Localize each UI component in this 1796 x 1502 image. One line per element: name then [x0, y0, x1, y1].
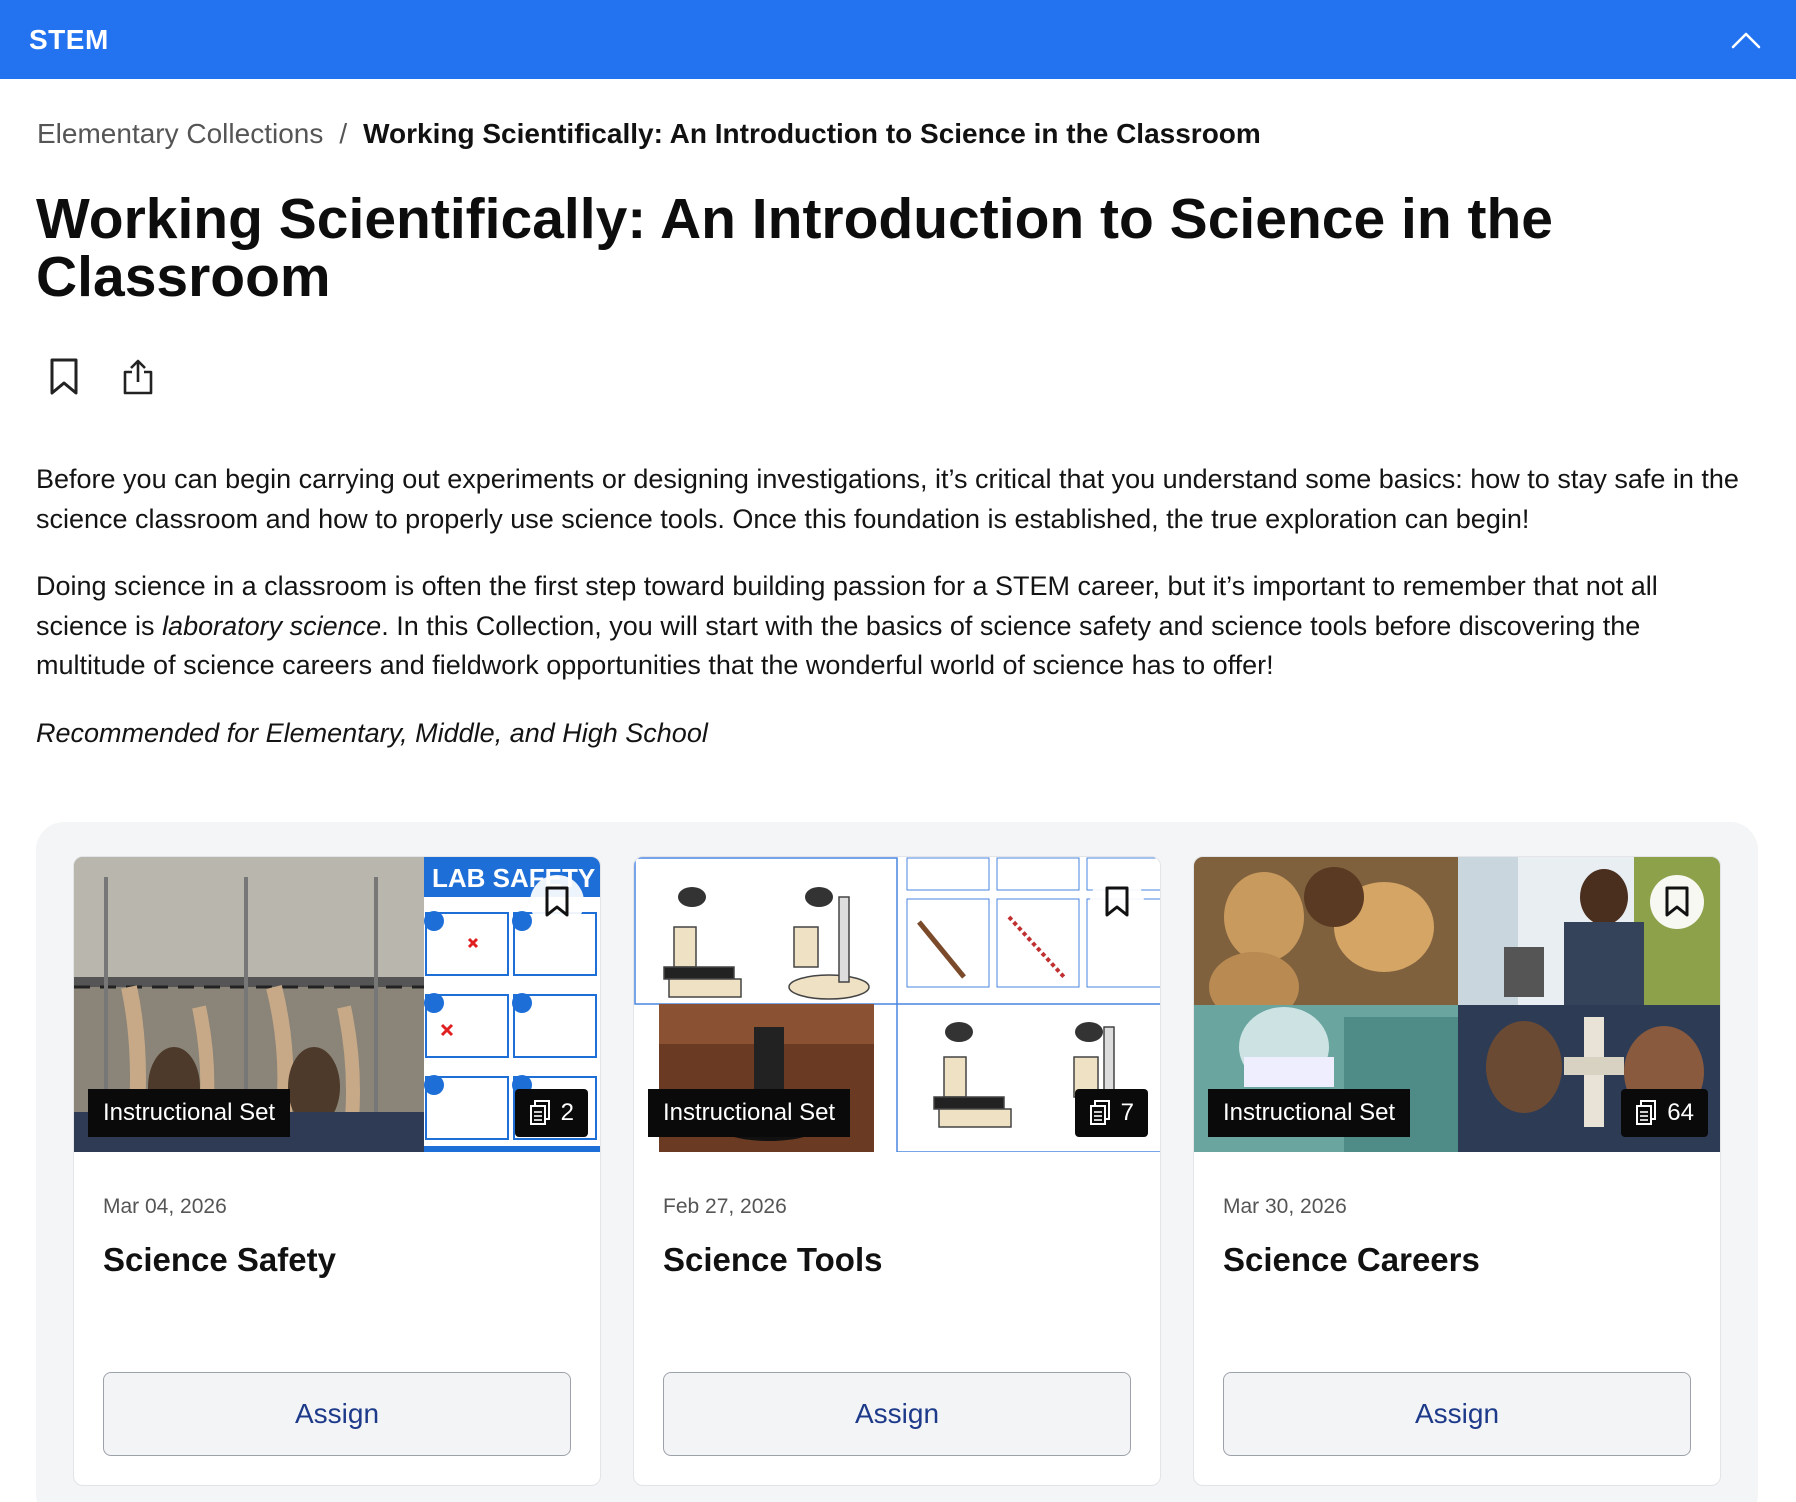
card-thumbnail: LAB SAFETY Instructional Set 2 — [74, 857, 600, 1152]
card-date: Mar 04, 2026 — [103, 1195, 227, 1218]
card-bookmark-button[interactable] — [1650, 875, 1704, 929]
breadcrumb-current: Working Scientifically: An Introduction … — [363, 118, 1261, 149]
resource-count-badge: 7 — [1074, 1089, 1148, 1137]
content-type-badge: Instructional Set — [1208, 1089, 1411, 1137]
assign-button[interactable]: Assign — [1223, 1372, 1691, 1456]
bookmark-icon — [1105, 886, 1129, 917]
recommended-grades: Recommended for Elementary, Middle, and … — [36, 717, 708, 748]
resource-count-badge: 2 — [514, 1089, 588, 1137]
share-button[interactable] — [120, 356, 156, 398]
resource-count: 2 — [560, 1099, 574, 1126]
assign-button[interactable]: Assign — [663, 1372, 1131, 1456]
card-date: Feb 27, 2026 — [663, 1195, 787, 1218]
resource-count: 7 — [1120, 1099, 1134, 1126]
card-thumbnail: Instructional Set 64 — [1194, 857, 1720, 1152]
collection-card[interactable]: Instructional Set 7 Feb 27, 2026 Science… — [633, 856, 1161, 1486]
page-actions — [46, 356, 156, 398]
bookmark-icon — [1665, 886, 1689, 917]
resource-count: 64 — [1667, 1099, 1694, 1126]
bookmark-icon — [545, 886, 569, 917]
documents-icon — [1636, 1100, 1657, 1125]
share-icon — [123, 359, 153, 395]
bookmark-button[interactable] — [46, 356, 82, 398]
card-date: Mar 30, 2026 — [1223, 1195, 1347, 1218]
collapse-button[interactable] — [1726, 20, 1766, 60]
description-paragraph: Doing science in a classroom is often th… — [36, 567, 1746, 686]
resource-count-badge: 64 — [1621, 1089, 1708, 1137]
chevron-up-icon — [1731, 32, 1761, 48]
page-title: Working Scientifically: An Introduction … — [36, 187, 1553, 309]
content-type-badge: Instructional Set — [648, 1089, 851, 1137]
collection-card[interactable]: Instructional Set 64 Mar 30, 2026 Scienc… — [1193, 856, 1721, 1486]
collection-description: Before you can begin carrying out experi… — [36, 460, 1746, 781]
card-title[interactable]: Science Safety — [103, 1241, 336, 1279]
top-bar: STEM — [0, 0, 1796, 79]
card-bookmark-button[interactable] — [1090, 875, 1144, 929]
card-bookmark-button[interactable] — [530, 875, 584, 929]
documents-icon — [1089, 1100, 1110, 1125]
bookmark-icon — [50, 358, 78, 395]
breadcrumb-separator: / — [339, 118, 348, 149]
card-thumbnail: Instructional Set 7 — [634, 857, 1160, 1152]
collection-items-panel: LAB SAFETY Instructional Set 2 Mar 04, 2… — [36, 822, 1758, 1502]
documents-icon — [529, 1100, 550, 1125]
collection-card[interactable]: LAB SAFETY Instructional Set 2 Mar 04, 2… — [73, 856, 601, 1486]
paragraph-emphasis: laboratory science — [162, 610, 382, 641]
breadcrumb-parent-link[interactable]: Elementary Collections — [37, 118, 323, 150]
breadcrumb: Elementary Collections / Working Scienti… — [37, 118, 1261, 150]
section-title: STEM — [29, 23, 109, 55]
assign-button[interactable]: Assign — [103, 1372, 571, 1456]
card-title[interactable]: Science Careers — [1223, 1241, 1480, 1279]
card-title[interactable]: Science Tools — [663, 1241, 882, 1279]
content-type-badge: Instructional Set — [88, 1089, 291, 1137]
description-paragraph: Before you can begin carrying out experi… — [36, 464, 1739, 534]
